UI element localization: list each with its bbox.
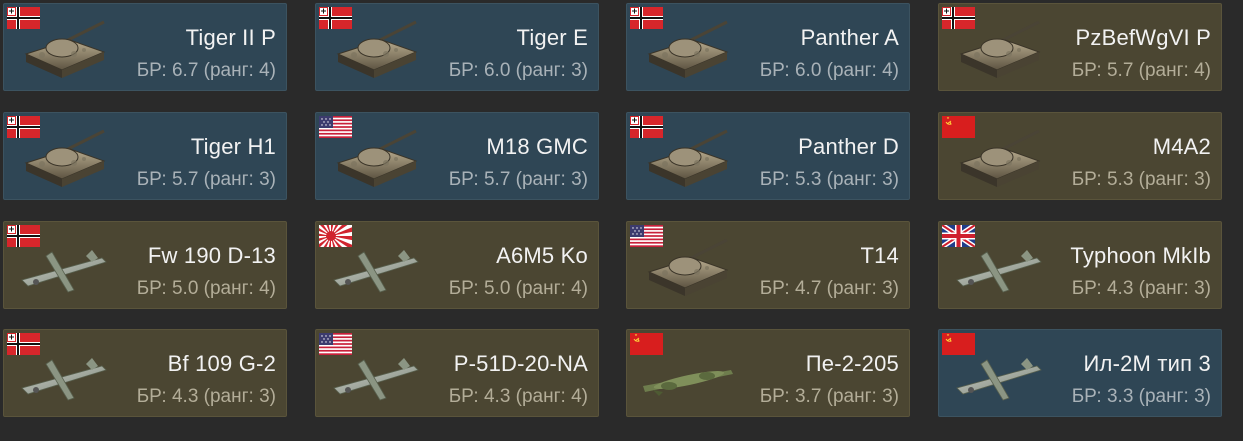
vehicle-card[interactable]: Panther D БР: 5.3 (ранг: 3) [626,112,910,200]
vehicle-battle-rating: БР: 5.7 (ранг: 3) [448,169,588,190]
vehicle-battle-rating: БР: 3.7 (ранг: 3) [759,386,899,407]
ussr-flag-icon [942,333,975,355]
vehicle-battle-rating: БР: 4.3 (ранг: 3) [1071,278,1211,299]
vehicle-battle-rating: БР: 5.7 (ранг: 4) [1071,60,1211,81]
vehicle-card[interactable]: Ил-2М тип 3 БР: 3.3 (ранг: 3) [938,329,1222,417]
vehicle-battle-rating: БР: 4.3 (ранг: 4) [448,386,588,407]
germany-flag-icon [319,7,352,29]
vehicle-name: M4A2 [1152,134,1211,159]
vehicle-battle-rating: БР: 6.0 (ранг: 3) [448,60,588,81]
vehicle-name: Typhoon MkIb [1070,243,1211,268]
vehicle-card[interactable]: P-51D-20-NA БР: 4.3 (ранг: 4) [315,329,599,417]
vehicle-battle-rating: БР: 6.7 (ранг: 4) [136,60,276,81]
vehicle-card[interactable]: Tiger II P БР: 6.7 (ранг: 4) [3,3,287,91]
vehicle-battle-rating: БР: 6.0 (ранг: 4) [759,60,899,81]
vehicle-name: PzBefWgVI P [1075,25,1211,50]
germany-flag-icon [630,116,663,138]
usa-flag-icon [630,225,663,247]
vehicle-name: Bf 109 G-2 [167,351,276,376]
vehicle-name: M18 GMC [486,134,588,159]
vehicle-battle-rating: БР: 5.3 (ранг: 3) [759,169,899,190]
vehicle-battle-rating: БР: 3.3 (ранг: 3) [1071,386,1211,407]
vehicle-card[interactable]: Typhoon MkIb БР: 4.3 (ранг: 3) [938,221,1222,309]
ussr-flag-icon [942,116,975,138]
vehicle-battle-rating: БР: 5.3 (ранг: 3) [1071,169,1211,190]
germany-flag-icon [7,116,40,138]
vehicle-card[interactable]: A6M5 Ko БР: 5.0 (ранг: 4) [315,221,599,309]
vehicle-name: Tiger II P [185,25,276,50]
vehicle-battle-rating: БР: 5.0 (ранг: 4) [136,278,276,299]
vehicle-name: A6M5 Ko [496,243,588,268]
vehicle-name: Panther A [800,25,899,50]
vehicle-card[interactable]: M4A2 БР: 5.3 (ранг: 3) [938,112,1222,200]
vehicle-card[interactable]: Fw 190 D-13 БР: 5.0 (ранг: 4) [3,221,287,309]
vehicle-name: Пе-2-205 [805,351,899,376]
vehicle-name: Tiger E [516,25,588,50]
vehicle-card[interactable]: Bf 109 G-2 БР: 4.3 (ранг: 3) [3,329,287,417]
vehicle-name: P-51D-20-NA [453,351,588,376]
ussr-flag-icon [630,333,663,355]
vehicle-name: Panther D [798,134,899,159]
vehicle-battle-rating: БР: 4.7 (ранг: 3) [759,278,899,299]
vehicle-card[interactable]: PzBefWgVI P БР: 5.7 (ранг: 4) [938,3,1222,91]
vehicle-name: Fw 190 D-13 [147,243,276,268]
germany-flag-icon [7,225,40,247]
vehicle-card[interactable]: T14 БР: 4.7 (ранг: 3) [626,221,910,309]
vehicle-grid: Tiger II P БР: 6.7 (ранг: 4) Tiger E БР:… [0,0,1243,441]
vehicle-card[interactable]: Panther A БР: 6.0 (ранг: 4) [626,3,910,91]
vehicle-battle-rating: БР: 5.7 (ранг: 3) [136,169,276,190]
uk-flag-icon [942,225,975,247]
germany-flag-icon [7,7,40,29]
vehicle-card[interactable]: Пе-2-205 БР: 3.7 (ранг: 3) [626,329,910,417]
usa-flag-icon [319,116,352,138]
vehicle-battle-rating: БР: 4.3 (ранг: 3) [136,386,276,407]
japan-flag-icon [319,225,352,247]
vehicle-name: Tiger H1 [190,134,276,159]
vehicle-card[interactable]: Tiger E БР: 6.0 (ранг: 3) [315,3,599,91]
germany-flag-icon [7,333,40,355]
vehicle-battle-rating: БР: 5.0 (ранг: 4) [448,278,588,299]
germany-flag-icon [942,7,975,29]
vehicle-name: Ил-2М тип 3 [1083,351,1211,376]
usa-flag-icon [319,333,352,355]
vehicle-card[interactable]: M18 GMC БР: 5.7 (ранг: 3) [315,112,599,200]
vehicle-name: T14 [860,243,899,268]
germany-flag-icon [630,7,663,29]
vehicle-card[interactable]: Tiger H1 БР: 5.7 (ранг: 3) [3,112,287,200]
